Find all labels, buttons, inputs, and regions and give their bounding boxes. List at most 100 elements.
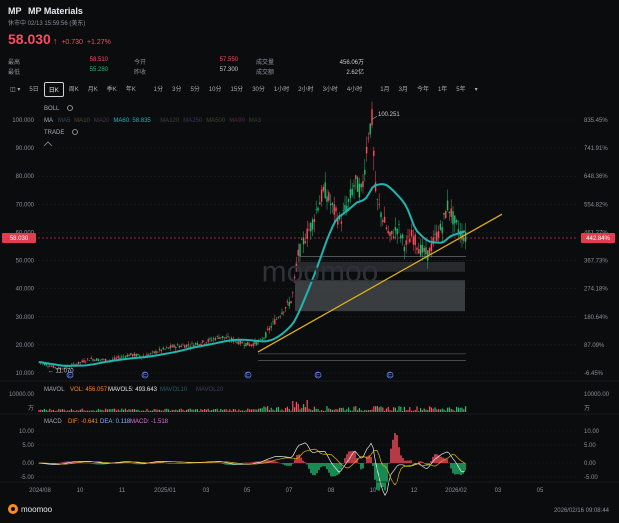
- period-tab-2[interactable]: 周K: [65, 82, 83, 97]
- y-tick-label: 80.000: [16, 174, 35, 180]
- candle-body: [315, 209, 317, 210]
- macd-histogram-bar: [390, 448, 392, 464]
- volume-bar: [448, 407, 450, 412]
- candle-body: [310, 223, 312, 232]
- candle-body: [333, 204, 335, 215]
- period-tab-3[interactable]: 月K: [84, 82, 102, 97]
- chart-watermark: moomoo: [262, 256, 379, 289]
- candle-body: [353, 185, 355, 187]
- volume-bar: [339, 407, 341, 412]
- macd-histogram-bar: [192, 463, 194, 464]
- candle-body: [311, 219, 314, 230]
- ma-legend-item: MA250: [183, 118, 203, 124]
- candle-body: [416, 247, 418, 250]
- volume-bar: [380, 406, 382, 412]
- macd-histogram-bar: [96, 463, 98, 465]
- macd-histogram-bar: [370, 457, 372, 464]
- candle-body: [434, 233, 436, 235]
- candle-body: [182, 344, 184, 346]
- volume-bar: [38, 409, 40, 412]
- candle-body: [275, 318, 278, 320]
- candle-body: [342, 210, 344, 211]
- volume-bar: [162, 410, 164, 412]
- candle-body: [329, 203, 332, 206]
- macd-histogram-bar: [162, 462, 164, 464]
- period-tab-19[interactable]: 1年: [434, 82, 451, 97]
- macd-histogram-bar: [244, 462, 246, 464]
- macd-histogram-bar: [292, 463, 294, 464]
- candle-body: [367, 138, 370, 139]
- macd-histogram-bar: [168, 463, 170, 464]
- eye-icon[interactable]: [67, 105, 73, 111]
- candle-body: [157, 351, 159, 353]
- period-tab-4[interactable]: 季K: [103, 82, 121, 97]
- macd-histogram-bar: [190, 463, 192, 464]
- macd-histogram-bar: [312, 463, 314, 476]
- candle-body: [319, 202, 321, 205]
- period-tab-14[interactable]: 3小时: [319, 82, 342, 97]
- event-icon-letter: E: [388, 373, 392, 379]
- price-change: +0.730: [61, 39, 83, 46]
- period-tab-6[interactable]: 1分: [150, 82, 167, 97]
- macd-histogram-bar: [284, 463, 286, 466]
- candle-body: [410, 229, 413, 237]
- vol-tick: 10000.00: [9, 392, 35, 398]
- event-icon-letter: E: [316, 373, 320, 379]
- candle-body: [185, 344, 188, 348]
- period-tab-15[interactable]: 4小时: [343, 82, 366, 97]
- volume-bar: [353, 406, 355, 412]
- candle-body: [425, 247, 427, 255]
- pct-tick-label: 648.36%: [584, 174, 608, 180]
- candle-body: [133, 353, 136, 356]
- candle-body: [320, 189, 323, 202]
- candle-body: [277, 317, 280, 318]
- period-tab-20[interactable]: 5年: [452, 82, 469, 97]
- period-tab-17[interactable]: 3月: [395, 82, 412, 97]
- macd-histogram-bar: [308, 463, 310, 469]
- candle-body: [283, 311, 285, 313]
- volume-bar: [268, 410, 270, 412]
- macd-histogram-bar: [98, 463, 100, 465]
- stat-low: 最低 55.280: [8, 67, 108, 76]
- volume-bar: [373, 406, 375, 412]
- candle-body: [452, 211, 454, 225]
- candle-body: [97, 359, 100, 361]
- ma-legend-item: MA3: [249, 118, 262, 124]
- chart-type-icon[interactable]: ◫ ▾: [6, 84, 24, 95]
- macd-histogram-bar: [224, 463, 226, 465]
- volume-bar: [79, 409, 81, 412]
- y-tick-label: 90.000: [16, 146, 35, 152]
- period-tab-10[interactable]: 15分: [227, 82, 248, 97]
- eye-icon[interactable]: [72, 129, 78, 135]
- macd-dif: DIF: -0.641: [68, 419, 99, 425]
- volume-bar: [304, 407, 306, 412]
- period-tab-0[interactable]: 5日: [25, 82, 42, 97]
- period-tab-8[interactable]: 5分: [186, 82, 203, 97]
- period-tab-12[interactable]: 1小时: [270, 82, 293, 97]
- macd-histogram-bar: [388, 463, 390, 464]
- macd-histogram-bar: [176, 463, 178, 464]
- volume-bar: [178, 409, 180, 412]
- period-tab-7[interactable]: 3分: [168, 82, 185, 97]
- period-tab-5[interactable]: 年K: [122, 82, 140, 97]
- macd-histogram-bar: [382, 463, 384, 488]
- collapse-chevron-icon[interactable]: [43, 141, 53, 147]
- candle-body: [176, 344, 179, 346]
- period-tab-13[interactable]: 2小时: [294, 82, 317, 97]
- macd-histogram-bar: [278, 462, 280, 464]
- period-tab-18[interactable]: 今年: [413, 82, 433, 97]
- volume-bar: [358, 408, 360, 412]
- vol-tick-right: 10000.00: [584, 392, 610, 398]
- volume-bar: [45, 409, 47, 412]
- period-tab-9[interactable]: 10分: [205, 82, 226, 97]
- candle-body: [158, 348, 161, 351]
- more-periods-chevron-icon[interactable]: ▾: [471, 84, 482, 95]
- period-tab-11[interactable]: 30分: [248, 82, 269, 97]
- macd-histogram-bar: [184, 463, 186, 464]
- candle-body: [428, 247, 431, 255]
- candle-body: [180, 345, 182, 347]
- kline-chart[interactable]: 100.000 835.45% 90.000 741.91% 80.000 648.36%…: [0, 98, 619, 498]
- period-tab-1[interactable]: 日K: [43, 81, 64, 97]
- period-tab-16[interactable]: 1月: [376, 82, 393, 97]
- volume-bar: [72, 410, 74, 412]
